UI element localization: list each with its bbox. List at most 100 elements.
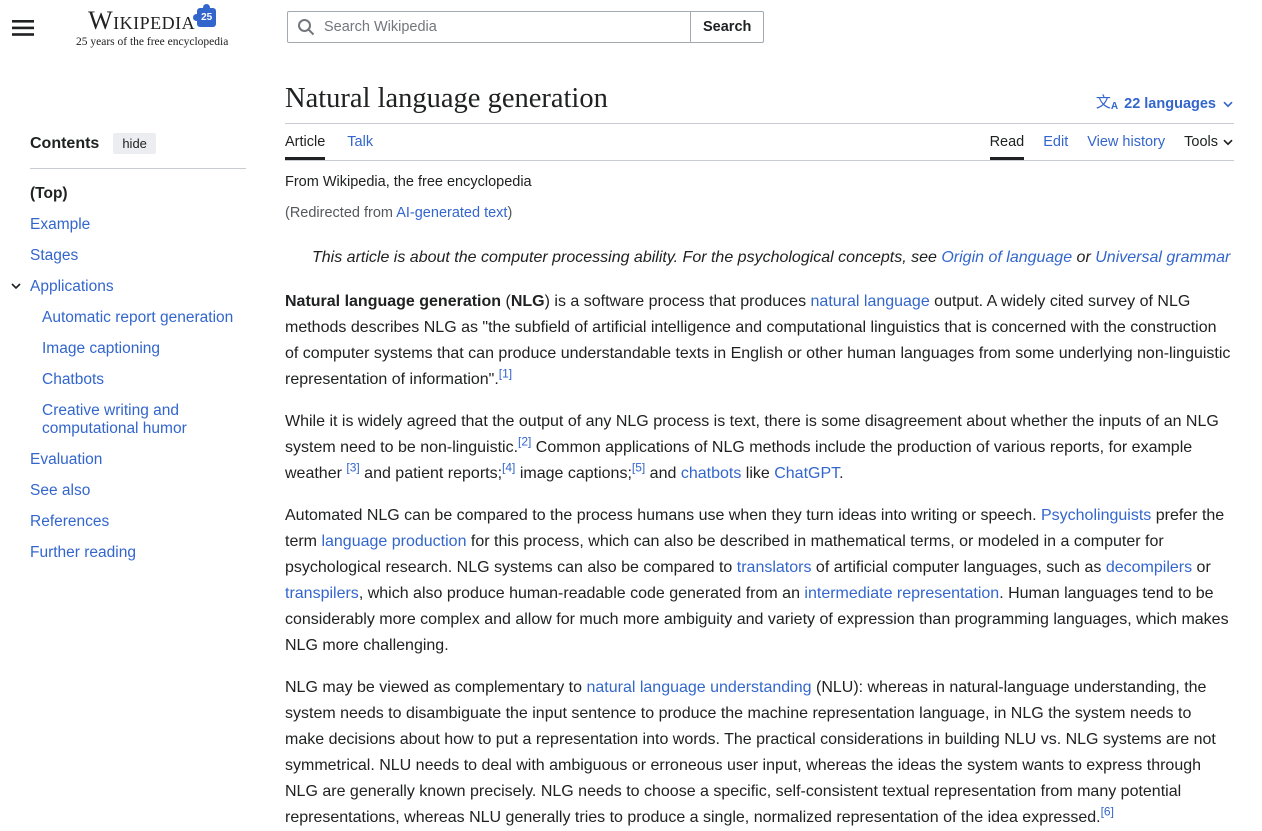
wiki-link[interactable]: intermediate representation — [804, 585, 999, 602]
toc-item-chatbots[interactable]: Chatbots — [30, 364, 246, 395]
toc-item-further-reading[interactable]: Further reading — [30, 537, 246, 568]
logo-wordmark: Wikipedia — [88, 7, 195, 35]
text-run: This article is about the computer proce… — [312, 249, 941, 266]
text-run: and patient reports; — [360, 465, 502, 482]
toc-item-label[interactable]: Stages — [30, 247, 78, 264]
logo-tagline: 25 years of the free encyclopedia — [76, 36, 228, 48]
toc-item-top[interactable]: (Top) — [30, 178, 246, 209]
toc-item-label[interactable]: Chatbots — [42, 371, 104, 388]
search-bar: Search — [287, 11, 764, 43]
text-run: ( — [501, 293, 511, 310]
wiki-link[interactable]: transpilers — [285, 585, 359, 602]
reference-link: [6] — [1101, 805, 1114, 819]
wiki-link[interactable]: language production — [321, 533, 466, 550]
toc-item-label[interactable]: See also — [30, 482, 90, 499]
reference-link-anchor[interactable]: [4] — [502, 461, 515, 475]
toc-item-references[interactable]: References — [30, 506, 246, 537]
chevron-down-icon — [1222, 136, 1234, 148]
toc-item-applications[interactable]: Applications — [30, 271, 246, 302]
languages-button[interactable]: 文A 22 languages — [1096, 95, 1234, 116]
wikipedia-logo[interactable]: Wikipedia25 25 years of the free encyclo… — [76, 7, 228, 48]
hatnote: This article is about the computer proce… — [285, 247, 1234, 269]
chevron-down-icon[interactable] — [9, 279, 23, 293]
wiki-link[interactable]: chatbots — [681, 465, 741, 482]
paragraph: NLG may be viewed as complementary to na… — [285, 675, 1234, 831]
tab-talk[interactable]: Talk — [347, 125, 373, 160]
toc-item-see-also[interactable]: See also — [30, 475, 246, 506]
tab-view-history[interactable]: View history — [1087, 125, 1165, 160]
toc-item-example[interactable]: Example — [30, 209, 246, 240]
toc-item-automatic-report-generation[interactable]: Automatic report generation — [30, 302, 246, 333]
language-icon: 文A — [1096, 95, 1118, 112]
toc-item-image-captioning[interactable]: Image captioning — [30, 333, 246, 364]
wiki-link[interactable]: decompilers — [1106, 559, 1192, 576]
tab-read[interactable]: Read — [990, 125, 1025, 160]
tab-article[interactable]: Article — [285, 125, 325, 160]
reference-link-anchor[interactable]: [5] — [632, 461, 645, 475]
reference-link-anchor[interactable]: [1] — [499, 367, 512, 381]
wiki-link[interactable]: ChatGPT — [774, 465, 839, 482]
toc-item-label[interactable]: Automatic report generation — [42, 309, 233, 326]
text-run: or — [1072, 249, 1095, 266]
toc-hide-button[interactable]: hide — [113, 133, 156, 154]
paragraph: While it is widely agreed that the outpu… — [285, 409, 1234, 487]
wiki-link[interactable]: natural language understanding — [586, 679, 811, 696]
wiki-link[interactable]: translators — [737, 559, 812, 576]
table-of-contents: Contents hide (Top) Example Stages Applicat… — [0, 56, 260, 568]
hamburger-icon — [12, 20, 34, 36]
reference-link: [3] — [346, 461, 359, 475]
redirect-suffix: ) — [507, 205, 512, 221]
toc-item-label[interactable]: References — [30, 513, 109, 530]
toc-item-stages[interactable]: Stages — [30, 240, 246, 271]
toc-item-label[interactable]: Creative writing and computational humor — [42, 402, 187, 437]
reference-link-anchor[interactable]: [6] — [1101, 805, 1114, 819]
text-run: and — [645, 465, 681, 482]
text-run: . — [839, 465, 843, 482]
wiki-link[interactable]: Psycholinguists — [1041, 507, 1151, 524]
reference-link: [2] — [518, 435, 531, 449]
toc-item-creative-writing-and-computational-humor[interactable]: Creative writing and computational humor — [30, 395, 246, 444]
text-run: NLG may be viewed as complementary to — [285, 679, 586, 696]
reference-link: [5] — [632, 461, 645, 475]
toc-item-label[interactable]: Further reading — [30, 544, 136, 561]
tab-edit[interactable]: Edit — [1043, 125, 1068, 160]
reference-link-anchor[interactable]: [2] — [518, 435, 531, 449]
redirect-link[interactable]: AI-generated text — [396, 205, 507, 221]
text-run: Automated NLG can be compared to the pro… — [285, 507, 1041, 524]
text-run: or — [1192, 559, 1211, 576]
redirect-prefix: (Redirected from — [285, 205, 396, 221]
bold-text: Natural language generation — [285, 293, 501, 310]
text-run: of artificial computer languages, such a… — [811, 559, 1105, 576]
toc-title: Contents — [30, 135, 99, 153]
toc-item-evaluation[interactable]: Evaluation — [30, 444, 246, 475]
bold-text: NLG — [511, 293, 545, 310]
toc-item-label[interactable]: Image captioning — [42, 340, 160, 357]
text-run: ) is a software process that produces — [545, 293, 811, 310]
main-menu-button[interactable] — [12, 16, 38, 40]
page-title: Natural language generation — [285, 82, 608, 116]
wiki-link[interactable]: Universal grammar — [1095, 249, 1230, 266]
toc-item-label[interactable]: (Top) — [30, 185, 68, 202]
article-content: Natural language generation 文A 22 langua… — [285, 56, 1234, 831]
reference-link: [1] — [499, 367, 512, 381]
toc-item-label[interactable]: Example — [30, 216, 90, 233]
search-button[interactable]: Search — [690, 11, 764, 43]
languages-label: 22 languages — [1124, 96, 1216, 112]
text-run: (NLU): whereas in natural-language under… — [285, 679, 1216, 826]
toc-item-label[interactable]: Evaluation — [30, 451, 102, 468]
chevron-down-icon — [1222, 98, 1234, 110]
toc-item-label[interactable]: Applications — [30, 278, 114, 295]
wiki-link[interactable]: Origin of language — [941, 249, 1072, 266]
text-run: like — [741, 465, 774, 482]
redirect-notice: (Redirected from AI-generated text) — [285, 205, 1234, 221]
reference-link: [4] — [502, 461, 515, 475]
site-header: Wikipedia25 25 years of the free encyclo… — [0, 0, 1262, 56]
site-subtitle: From Wikipedia, the free encyclopedia — [285, 174, 1234, 190]
text-run: , which also produce human-readable code… — [359, 585, 805, 602]
search-icon — [297, 18, 315, 36]
tools-label: Tools — [1184, 134, 1218, 150]
search-input[interactable] — [287, 11, 691, 43]
wiki-link[interactable]: natural language — [811, 293, 930, 310]
reference-link-anchor[interactable]: [3] — [346, 461, 359, 475]
tab-tools[interactable]: Tools — [1184, 125, 1234, 160]
